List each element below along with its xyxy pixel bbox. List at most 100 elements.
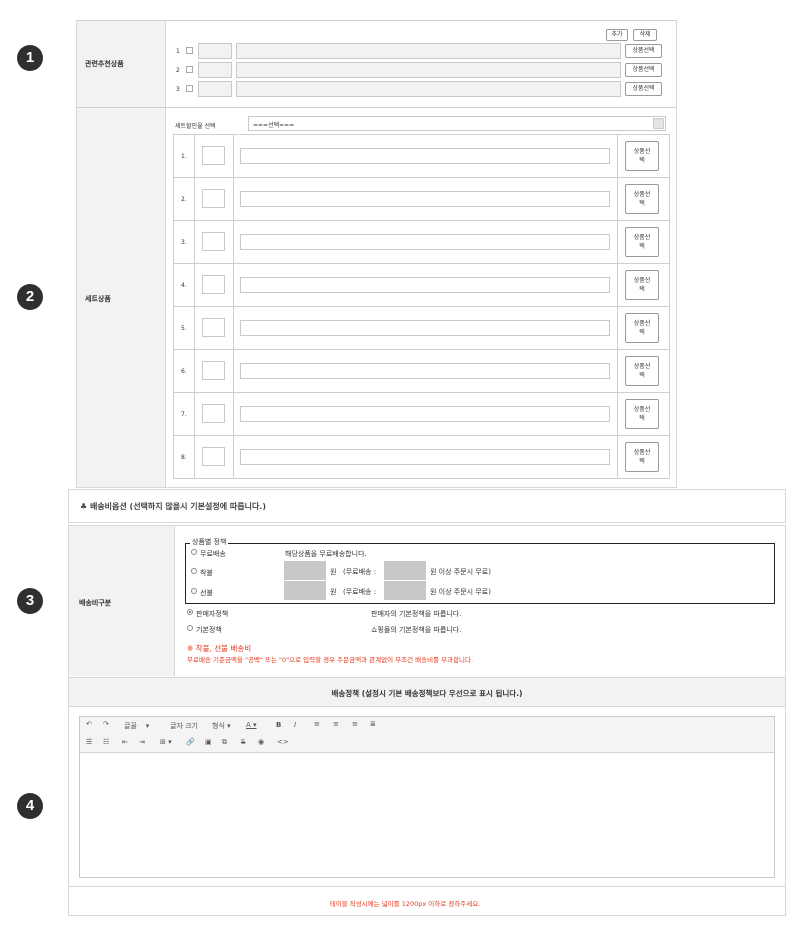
related-row-name-input[interactable] [236,81,621,97]
related-row-name-input[interactable] [236,62,621,78]
free-shipping-radio[interactable] [191,549,197,555]
numbered-list-icon[interactable]: ☷ [103,738,109,746]
prepaid-threshold-suffix: 원 이상 주문시 무료) [430,588,491,596]
shipping-note-text: 무료배송 기준금액을 "공백" 또는 "0"으로 입력할 경우 주문금액과 관계… [187,656,474,664]
align-center-icon[interactable]: ≡ [333,720,339,728]
outdent-icon[interactable]: ⇤ [122,738,128,746]
set-row-num: 1. [181,153,187,160]
related-row-code-input[interactable] [198,62,232,78]
set-product-row: 3. 상품선 택 [173,221,669,264]
shipping-section-header: ♣ 배송비옵션 (선택하지 않을시 기본설정에 따릅니다.) [68,489,786,523]
set-row-name-input[interactable] [240,449,610,465]
set-discount-value: ===선택=== [253,122,295,129]
set-product-select-button[interactable]: 상품선 택 [625,141,659,171]
bullet-list-icon[interactable]: ☰ [86,738,92,746]
related-products-divider [77,107,676,108]
set-row-name-input[interactable] [240,191,610,207]
set-product-row: 4. 상품선 택 [173,264,669,307]
default-policy-radio[interactable] [187,625,193,631]
redo-icon[interactable]: ↷ [103,720,109,728]
related-row-checkbox[interactable] [186,85,193,92]
shipping-note-title: ※ 착불, 선불 배송비 [187,644,252,653]
link-icon[interactable]: 🔗 [186,738,195,746]
set-product-select-button[interactable]: 상품선 택 [625,313,659,343]
prepaid-fee-input[interactable] [284,581,326,600]
table-icon[interactable]: ⊞ ▾ [160,738,172,746]
font-select-label: 글꼴 [124,722,137,730]
strikethrough-icon[interactable]: S [241,738,245,746]
undo-icon[interactable]: ↶ [86,720,92,728]
indent-icon[interactable]: ⇥ [139,738,145,746]
set-row-code-input[interactable] [202,404,225,423]
set-row-name-input[interactable] [240,320,610,336]
set-product-select-button[interactable]: 상품선 택 [625,270,659,300]
set-discount-label: 세트할인율 선택 [175,123,216,130]
shipping-section-title: ♣ 배송비옵션 (선택하지 않을시 기본설정에 따릅니다.) [80,502,267,511]
set-product-row: 6. 상품선 택 [173,350,669,393]
add-related-button[interactable]: 추가 [606,29,628,41]
related-row-num: 2 [176,67,180,74]
set-row-code-input[interactable] [202,275,225,294]
free-shipping-desc: 해당상품을 무료배송합니다. [285,550,367,558]
format-select[interactable]: 형식 ▾ [212,721,231,731]
set-row-code-input[interactable] [202,447,225,466]
cod-threshold-prefix: (무료배송 : [343,568,377,576]
italic-icon[interactable]: I [294,721,296,729]
related-products-label-cell: 관련추천상품 [77,21,166,107]
related-row-name-input[interactable] [236,43,621,59]
set-row-name-input[interactable] [240,363,610,379]
free-shipping-label: 무료배송 [200,550,226,558]
policy-editor[interactable] [79,716,775,878]
set-product-select-button[interactable]: 상품선 택 [625,227,659,257]
step-marker-2: 2 [17,284,43,310]
set-product-row: 5. 상품선 택 [173,307,669,350]
align-left-icon[interactable]: ≡ [314,720,320,728]
set-row-code-input[interactable] [202,318,225,337]
delete-related-button[interactable]: 삭제 [633,29,657,41]
prepaid-radio[interactable] [191,588,197,594]
set-product-select-button[interactable]: 상품선 택 [625,399,659,429]
set-product-select-button[interactable]: 상품선 택 [625,356,659,386]
set-row-name-input[interactable] [240,148,610,164]
preview-icon[interactable]: ◉ [258,738,264,746]
set-row-name-input[interactable] [240,234,610,250]
set-row-name-input[interactable] [240,406,610,422]
set-discount-select[interactable]: ===선택=== [248,116,666,131]
set-product-row: 1. 상품선 택 [173,135,669,178]
product-policy-legend: 상품별 정책 [190,537,229,547]
font-color-icon[interactable]: A ▾ [246,721,257,729]
related-row-checkbox[interactable] [186,47,193,54]
font-size-select[interactable]: 글자 크기 [170,721,198,731]
image-icon[interactable]: ▣ [205,738,212,746]
step-marker-3: 3 [17,588,43,614]
cod-threshold-suffix: 원 이상 주문시 무료) [430,568,491,576]
cod-threshold-input[interactable] [384,561,426,580]
related-product-select-button[interactable]: 상품선택 [625,63,662,77]
set-row-name-input[interactable] [240,277,610,293]
copy-icon[interactable]: ⧉ [222,738,227,747]
set-product-select-button[interactable]: 상품선 택 [625,184,659,214]
set-row-code-input[interactable] [202,146,225,165]
bold-icon[interactable]: B [276,721,281,729]
font-select[interactable]: 글꼴 ▾ [124,721,149,731]
code-icon[interactable]: <> [277,738,289,746]
seller-policy-radio[interactable] [187,609,193,615]
prepaid-threshold-input[interactable] [384,581,426,600]
set-row-num: 2. [181,196,187,203]
related-product-select-button[interactable]: 상품선택 [625,82,662,96]
related-product-select-button[interactable]: 상품선택 [625,44,662,58]
cod-fee-input[interactable] [284,561,326,580]
set-row-code-input[interactable] [202,189,225,208]
set-product-row: 8. 상품선 택 [173,436,669,479]
related-row-code-input[interactable] [198,43,232,59]
set-row-code-input[interactable] [202,232,225,251]
align-justify-icon[interactable]: ≣ [370,720,376,728]
set-product-select-button[interactable]: 상품선 택 [625,442,659,472]
set-row-code-input[interactable] [202,361,225,380]
cod-radio[interactable] [191,568,197,574]
related-row-checkbox[interactable] [186,66,193,73]
align-right-icon[interactable]: ≡ [352,720,358,728]
related-row-code-input[interactable] [198,81,232,97]
set-row-num: 3. [181,239,187,246]
cod-won-label: 원 [330,568,337,576]
